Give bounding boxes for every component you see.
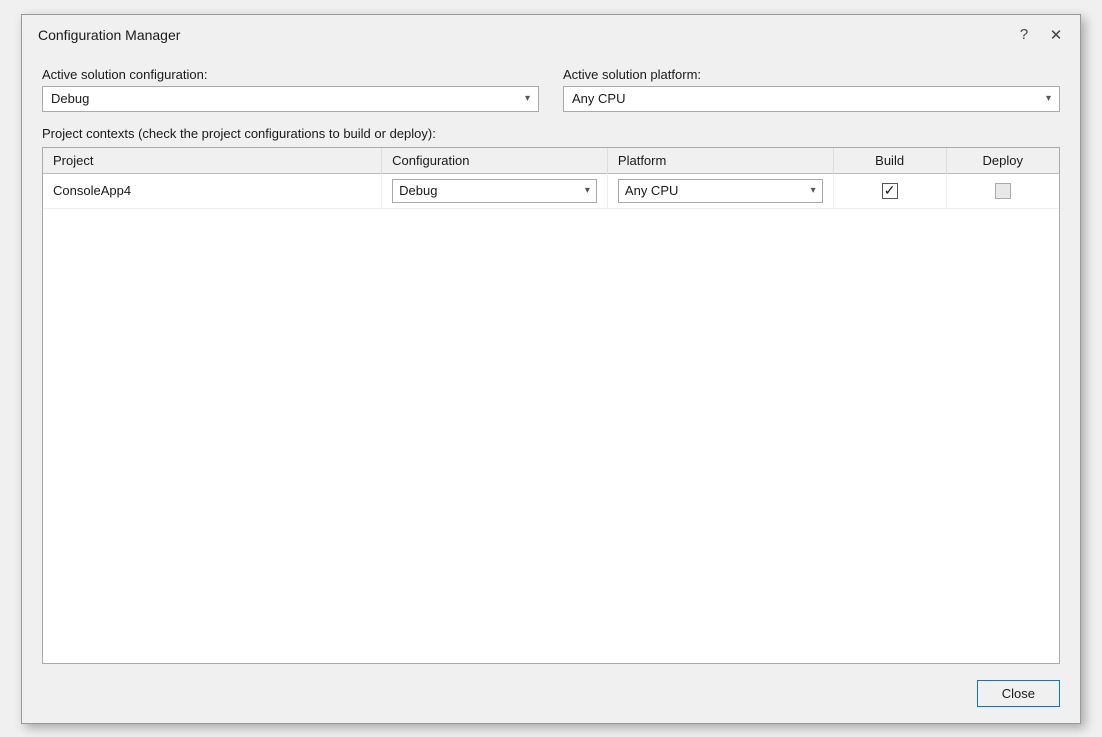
row-config-value: Debug — [399, 183, 437, 198]
active-platform-arrow: ▾ — [1046, 93, 1051, 104]
active-platform-value: Any CPU — [572, 91, 625, 106]
deploy-checkbox[interactable] — [995, 183, 1011, 199]
cell-deploy — [946, 173, 1059, 208]
build-checkbox-cell: ✓ — [844, 183, 936, 199]
close-button[interactable]: Close — [977, 680, 1060, 707]
active-config-value: Debug — [51, 91, 89, 106]
cell-platform: Any CPU ▾ — [607, 173, 833, 208]
project-contexts-label: Project contexts (check the project conf… — [42, 126, 1060, 141]
configuration-manager-dialog: Configuration Manager ? ✕ Active solutio… — [21, 14, 1081, 724]
active-config-arrow: ▾ — [525, 93, 530, 104]
dialog-close-button[interactable]: ✕ — [1044, 23, 1068, 47]
cell-project-name: ConsoleApp4 — [43, 173, 382, 208]
row-config-dropdown[interactable]: Debug ▾ — [392, 179, 597, 203]
row-platform-arrow: ▾ — [811, 185, 816, 196]
row-config-arrow: ▾ — [585, 185, 590, 196]
active-platform-dropdown[interactable]: Any CPU ▾ — [563, 86, 1060, 112]
col-header-deploy: Deploy — [946, 148, 1059, 174]
table-row: ConsoleApp4 Debug ▾ Any CPU ▾ — [43, 173, 1059, 208]
table-body: ConsoleApp4 Debug ▾ Any CPU ▾ — [43, 173, 1059, 208]
table-header: Project Configuration Platform Build Dep… — [43, 148, 1059, 174]
project-table: Project Configuration Platform Build Dep… — [43, 148, 1059, 209]
row-platform-dropdown[interactable]: Any CPU ▾ — [618, 179, 823, 203]
cell-build: ✓ — [833, 173, 946, 208]
title-bar-controls: ? ✕ — [1012, 23, 1068, 47]
project-table-container: Project Configuration Platform Build Dep… — [42, 147, 1060, 664]
col-header-configuration: Configuration — [382, 148, 608, 174]
col-header-platform: Platform — [607, 148, 833, 174]
active-config-label: Active solution configuration: — [42, 67, 539, 82]
active-platform-label: Active solution platform: — [563, 67, 1060, 82]
active-platform-group: Active solution platform: Any CPU ▾ — [563, 67, 1060, 112]
footer-row: Close — [42, 678, 1060, 707]
help-button[interactable]: ? — [1012, 23, 1036, 47]
build-checkbox[interactable]: ✓ — [882, 183, 898, 199]
dialog-content: Active solution configuration: Debug ▾ A… — [22, 53, 1080, 723]
deploy-checkbox-cell — [957, 183, 1049, 199]
row-platform-value: Any CPU — [625, 183, 678, 198]
col-header-build: Build — [833, 148, 946, 174]
active-config-group: Active solution configuration: Debug ▾ — [42, 67, 539, 112]
dialog-title: Configuration Manager — [38, 27, 180, 43]
col-header-project: Project — [43, 148, 382, 174]
cell-configuration: Debug ▾ — [382, 173, 608, 208]
top-dropdowns-row: Active solution configuration: Debug ▾ A… — [42, 67, 1060, 112]
active-config-dropdown[interactable]: Debug ▾ — [42, 86, 539, 112]
title-bar: Configuration Manager ? ✕ — [22, 15, 1080, 53]
